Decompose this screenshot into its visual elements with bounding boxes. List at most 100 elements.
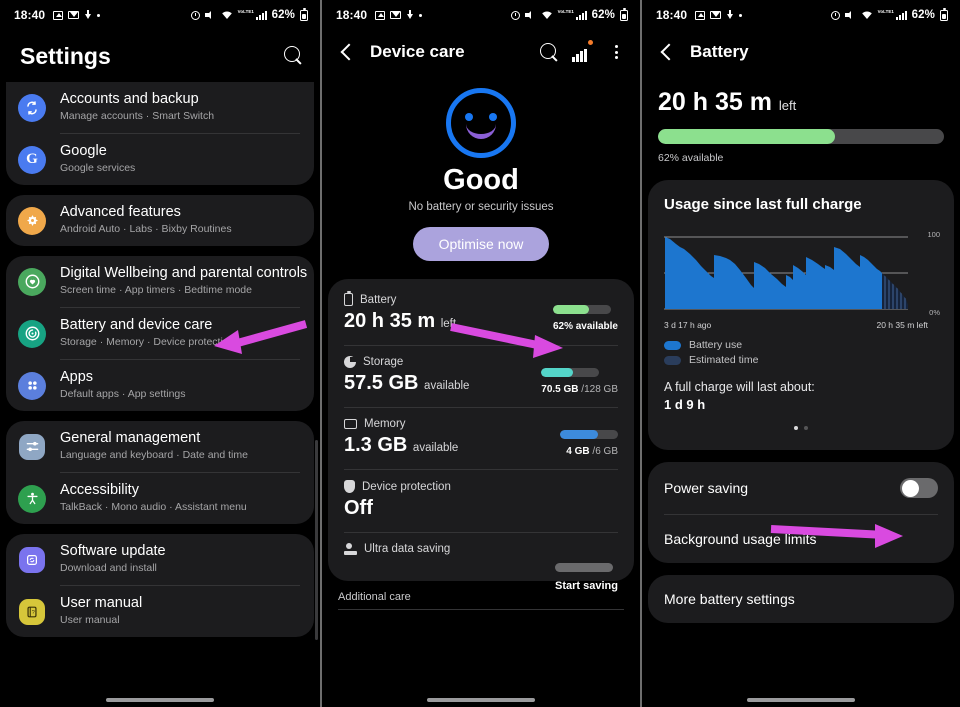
scrollbar[interactable]: [315, 440, 318, 640]
legend-label: Battery use: [689, 339, 743, 351]
back-icon[interactable]: [656, 42, 676, 62]
mouth: [466, 124, 496, 139]
heart-circle-icon: [18, 267, 46, 296]
item-sublabel: Android Auto · Labs · Bixby Routines: [60, 223, 232, 235]
settings-group-software: Software update Download and install ? U…: [6, 534, 314, 637]
legend-swatch: [664, 340, 681, 350]
status-bar: 18:40 VoLTE1 62%: [642, 0, 960, 30]
full-charge-value: 1 d 9 h: [664, 397, 706, 412]
device-care-item-battery[interactable]: Battery 20 h 35 m left 62% available: [328, 283, 634, 341]
status-bar-right: VoLTE1 62%: [190, 7, 308, 21]
row-label: Power saving: [664, 480, 749, 496]
item-label: Memory: [364, 418, 406, 430]
start-saving-label[interactable]: Start saving: [555, 580, 618, 592]
item-label: General management: [60, 430, 201, 446]
chart-xtick-end: 20 h 35 m left: [876, 320, 928, 330]
battery-icon: [300, 7, 308, 21]
home-indicator[interactable]: [106, 698, 214, 702]
dot-icon: [97, 13, 101, 17]
page-indicator[interactable]: [664, 426, 938, 430]
device-care-icon: [18, 319, 46, 348]
item-header: Memory: [344, 418, 618, 430]
item-sublabel: Google services: [60, 162, 136, 174]
smiley-icon: [446, 88, 516, 158]
chart-legend: Battery use Estimated time: [664, 339, 938, 366]
page-dot-2[interactable]: [804, 426, 808, 430]
sidebar-item-google[interactable]: G Google Google services: [6, 134, 314, 185]
optimise-now-button[interactable]: Optimise now: [412, 227, 550, 261]
item-header: Storage: [344, 356, 618, 368]
device-care-item-memory[interactable]: Memory 1.3 GB available 4 GB /6 GB: [328, 408, 634, 465]
item-label: Ultra data saving: [364, 543, 451, 555]
gmail-icon: [390, 11, 402, 19]
alarm-icon: [510, 10, 520, 20]
download-icon: [84, 10, 92, 20]
row-label: More battery settings: [664, 591, 795, 607]
battery-screen: 18:40 VoLTE1 62% Battery 20 h 35 m left …: [640, 0, 960, 707]
storage-usage-bar: [541, 368, 600, 377]
eye-right: [489, 113, 497, 121]
search-icon[interactable]: [284, 46, 304, 66]
sidebar-item-accounts-and-backup[interactable]: Accounts and backup Manage accounts · Sm…: [6, 82, 314, 133]
page-title: Battery: [690, 42, 749, 61]
item-meter-label: 70.5 GB /128 GB: [541, 384, 618, 395]
dot-icon: [739, 13, 743, 17]
sidebar-item-apps[interactable]: Apps Default apps · App settings: [6, 360, 314, 411]
battery-time-left: 20 h 35 m left: [658, 88, 797, 116]
home-indicator[interactable]: [747, 698, 855, 702]
photo-icon: [53, 10, 64, 20]
item-meter: Start saving: [555, 563, 618, 592]
settings-group-advanced: Advanced features Android Auto · Labs · …: [6, 195, 314, 246]
item-label: Advanced features: [60, 204, 181, 220]
sidebar-item-battery-and-device-care[interactable]: Battery and device care Storage · Memory…: [6, 308, 314, 359]
dot-icon: [419, 13, 423, 17]
device-care-item-storage[interactable]: Storage 57.5 GB available 70.5 GB /128 G…: [328, 346, 634, 403]
background-usage-limits-row[interactable]: Background usage limits: [648, 515, 954, 563]
item-label: Apps: [60, 369, 94, 385]
device-care-item-ultra-data-saving[interactable]: Ultra data saving Start saving: [328, 533, 634, 592]
battery-available-label: 62% available: [658, 152, 724, 164]
status-bar-right: VoLTE1 62%: [830, 7, 948, 21]
notification-badge: [588, 40, 593, 45]
usage-title: Usage since last full charge: [664, 196, 862, 213]
alarm-icon: [190, 10, 200, 20]
signal-icon: [575, 10, 587, 20]
volte-icon: VoLTE1: [877, 9, 894, 14]
page-dot-1[interactable]: [794, 426, 798, 430]
device-care-item-device-protection[interactable]: Device protection Off: [328, 470, 634, 528]
volte-icon: VoLTE1: [237, 9, 254, 14]
sidebar-item-accessibility[interactable]: Accessibility TalkBack · Mono audio · As…: [6, 473, 314, 524]
status-bar-right: VoLTE1 62%: [510, 7, 628, 21]
sidebar-item-software-update[interactable]: Software update Download and install: [6, 534, 314, 585]
update-icon: [18, 546, 46, 574]
settings-group-accounts: Accounts and backup Manage accounts · Sm…: [6, 82, 314, 185]
sidebar-item-user-manual[interactable]: ? User manual User manual: [6, 586, 314, 637]
sync-icon: [18, 93, 46, 122]
status-bar: 18:40 VoLTE1 62%: [322, 0, 640, 30]
battery-nav: Battery: [642, 30, 960, 74]
power-saving-toggle[interactable]: [900, 478, 938, 498]
back-icon[interactable]: [336, 42, 356, 62]
wifi-icon: [861, 10, 873, 20]
wifi-icon: [221, 10, 233, 20]
home-indicator[interactable]: [427, 698, 535, 702]
screenshot-stage: 18:40 VoLTE1 62% Settings Accounts and b…: [0, 0, 960, 707]
sidebar-item-digital-wellbeing[interactable]: Digital Wellbeing and parental controls …: [6, 256, 314, 307]
status-battery-percent: 62%: [271, 9, 295, 21]
status-bar-left: 18:40: [14, 8, 101, 22]
photo-icon: [695, 10, 706, 20]
more-options-icon[interactable]: [606, 42, 626, 62]
item-label: Storage: [363, 356, 404, 368]
item-label: Accounts and backup: [60, 91, 199, 107]
item-meter: 70.5 GB /128 GB: [541, 368, 618, 395]
item-meter-label: 62% available: [552, 321, 618, 332]
alarm-icon: [830, 10, 840, 20]
more-battery-settings-row[interactable]: More battery settings: [648, 575, 954, 623]
chart-icon[interactable]: [572, 40, 593, 62]
sidebar-item-advanced-features[interactable]: Advanced features Android Auto · Labs · …: [6, 195, 314, 246]
sidebar-item-general-management[interactable]: General management Language and keyboard…: [6, 421, 314, 472]
chart-ytick-0: 0%: [929, 308, 940, 317]
signal-icon: [255, 10, 267, 20]
search-icon[interactable]: [540, 43, 558, 61]
power-saving-row[interactable]: Power saving: [648, 462, 954, 514]
